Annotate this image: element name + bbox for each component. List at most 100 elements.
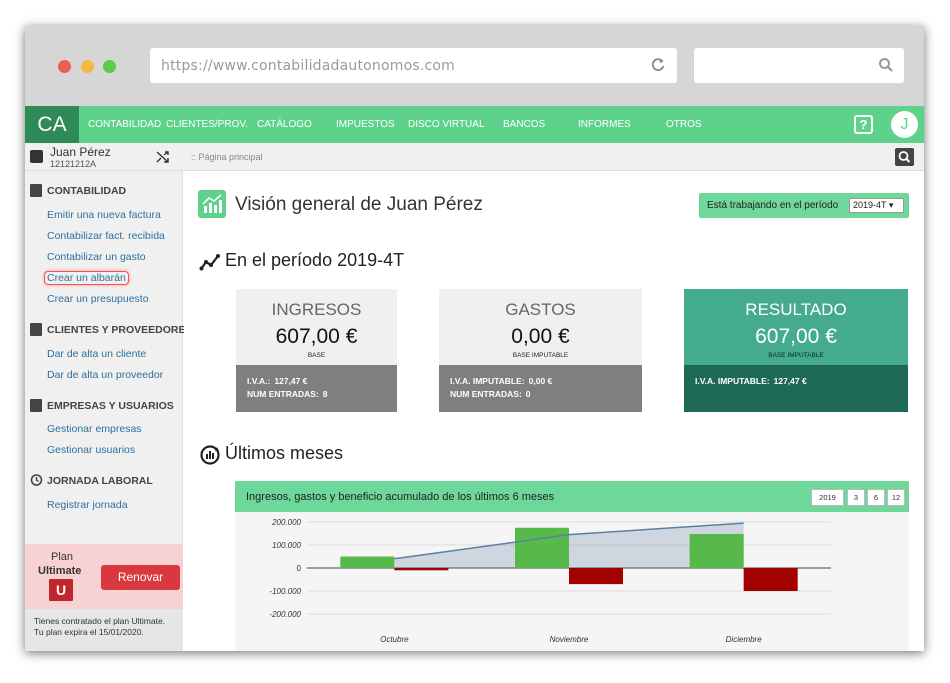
briefcase-icon: [30, 399, 42, 412]
main-content: Visión general de Juan Pérez Está trabaj…: [184, 171, 924, 651]
y-tick-label: 0: [297, 564, 302, 573]
address-bar[interactable]: https://www.contabilidadautonomos.com: [150, 48, 677, 83]
card-bottom: I.V.A. IMPUTABLE: 127,47 €: [684, 365, 908, 412]
card-row-value: 0,00 €: [528, 376, 553, 386]
expense-bar: [743, 568, 798, 591]
plan-info-line: Tu plan expira el 15/01/2020.: [34, 627, 144, 637]
card-row-value: 0: [525, 389, 531, 399]
minimize-dot[interactable]: [81, 60, 94, 73]
chart-header: Ingresos, gastos y beneficio acumulado d…: [235, 481, 909, 512]
plan-info-line: Tienes contratado el plan Ultimate.: [34, 616, 166, 626]
card-row-key: I.V.A. IMPUTABLE:: [450, 376, 525, 386]
sidebar-link-crear-albaran[interactable]: Crear un albarán: [44, 271, 129, 285]
document-icon: [30, 184, 42, 197]
history-icon: [30, 474, 43, 486]
nav-catalogo[interactable]: CATÁLOGO: [257, 119, 312, 130]
card-gastos: GASTOS 0,00 € BASE IMPUTABLE I.V.A. IMPU…: [439, 289, 642, 412]
plan-name: Ultimate: [38, 565, 82, 577]
card-row-key: NUM ENTRADAS:: [247, 389, 319, 399]
help-icon[interactable]: ?: [854, 115, 873, 134]
top-nav: CA CONTABILIDAD CLIENTES/PROV. CATÁLOGO …: [25, 106, 924, 143]
plan-info: Tienes contratado el plan Ultimate. Tu p…: [25, 609, 183, 651]
sidebar-section-title: CLIENTES Y PROVEEDORES: [47, 324, 193, 336]
sidebar: CONTABILIDAD Emitir una nueva factura Co…: [25, 171, 192, 651]
sidebar-link-gestionar-usuarios[interactable]: Gestionar usuarios: [47, 444, 135, 456]
sidebar-link-emitir-factura[interactable]: Emitir una nueva factura: [47, 209, 161, 221]
sidebar-link-alta-cliente[interactable]: Dar de alta un cliente: [47, 348, 146, 360]
contacts-icon: [30, 323, 42, 336]
trend-icon: [199, 254, 220, 271]
refresh-icon[interactable]: [649, 56, 667, 74]
maximize-dot[interactable]: [103, 60, 116, 73]
history-icon: [200, 445, 220, 465]
card-sub: BASE IMPUTABLE: [512, 352, 569, 359]
nav-informes[interactable]: INFORMES: [578, 119, 631, 130]
nav-clientes[interactable]: CLIENTES/PROV.: [166, 119, 248, 130]
sidebar-section-title: EMPRESAS Y USUARIOS: [47, 400, 174, 412]
card-row-value: 127,47 €: [274, 376, 308, 386]
range-button-2019[interactable]: 2019: [811, 489, 844, 506]
sidebar-link-registrar-jornada[interactable]: Registrar jornada: [47, 499, 128, 511]
card-bottom: I.V.A.: 127,47 € NUM ENTRADAS: 8: [236, 365, 397, 412]
sidebar-section-title: JORNADA LABORAL: [47, 475, 153, 487]
sidebar-link-crear-presupuesto[interactable]: Crear un presupuesto: [47, 293, 149, 305]
search-icon: [879, 58, 893, 72]
plan-badge: U: [49, 579, 73, 601]
card-top: RESULTADO 607,00 € BASE IMPUTABLE: [684, 289, 908, 365]
switch-user-icon[interactable]: [156, 150, 170, 164]
app-logo[interactable]: CA: [25, 106, 79, 143]
card-top: INGRESOS 607,00 € BASE: [236, 289, 397, 365]
x-tick-label: Octubre: [380, 635, 409, 644]
nav-otros[interactable]: OTROS: [666, 119, 702, 130]
income-bar: [340, 556, 395, 568]
card-bottom: I.V.A. IMPUTABLE: 0,00 € NUM ENTRADAS: 0: [439, 365, 642, 412]
expense-bar: [569, 568, 623, 585]
plan-label: Plan: [51, 551, 74, 563]
card-row-key: NUM ENTRADAS:: [450, 389, 522, 399]
sub-bar: Juan Pérez 12121212A :: Página principal: [25, 143, 924, 171]
card-row-value: 127,47 €: [773, 376, 807, 386]
card-value: 0,00 €: [511, 325, 570, 348]
browser-window: https://www.contabilidadautonomos.com CA…: [25, 26, 924, 651]
section-title-period: En el período 2019-4T: [225, 250, 405, 270]
section-title-recent: Últimos meses: [225, 443, 344, 463]
y-tick-label: -200.000: [269, 610, 301, 619]
range-button-3[interactable]: 3: [847, 489, 865, 506]
card-top: GASTOS 0,00 € BASE IMPUTABLE: [439, 289, 642, 365]
nav-impuestos[interactable]: IMPUESTOS: [336, 119, 395, 130]
expense-bar: [394, 568, 449, 571]
period-select[interactable]: 2019-4T ▾: [849, 198, 904, 213]
nav-disco-virtual[interactable]: DISCO VIRTUAL: [408, 119, 485, 130]
card-row-key: I.V.A. IMPUTABLE:: [695, 376, 770, 386]
card-sub: BASE IMPUTABLE: [768, 352, 824, 359]
y-tick-label: 200.000: [271, 518, 301, 527]
income-bar: [689, 533, 744, 568]
sidebar-link-contabilizar-gasto[interactable]: Contabilizar un gasto: [47, 251, 146, 263]
sidebar-link-alta-proveedor[interactable]: Dar de alta un proveedor: [47, 369, 163, 381]
y-tick-label: -100.000: [269, 587, 301, 596]
bar-line-chart: 200.000 100.000 0 -100.000 -200.000 Octubre No…: [269, 518, 831, 644]
card-resultado: RESULTADO 607,00 € BASE IMPUTABLE I.V.A.…: [684, 289, 908, 412]
breadcrumb[interactable]: :: Página principal: [191, 152, 263, 162]
browser-search-box[interactable]: [694, 48, 904, 83]
close-dot[interactable]: [58, 60, 71, 73]
search-icon: [898, 151, 911, 163]
range-button-12[interactable]: 12: [887, 489, 905, 506]
user-nif: 12121212A: [50, 159, 97, 169]
nav-bancos[interactable]: BANCOS: [503, 119, 545, 130]
card-row-key: I.V.A.:: [247, 376, 271, 386]
period-selector: Está trabajando en el período 2019-4T ▾: [699, 193, 909, 218]
sidebar-link-contabilizar-factura[interactable]: Contabilizar fact. recibida: [47, 230, 165, 242]
card-title: INGRESOS: [271, 300, 362, 319]
card-title: GASTOS: [505, 300, 576, 319]
card-sub: BASE: [307, 352, 326, 359]
renew-button[interactable]: Renovar: [101, 565, 180, 590]
period-label: Está trabajando en el período: [707, 200, 839, 211]
sidebar-link-gestionar-empresas[interactable]: Gestionar empresas: [47, 423, 142, 435]
x-tick-label: Noviembre: [550, 635, 589, 644]
avatar[interactable]: J: [891, 111, 918, 138]
nav-contabilidad[interactable]: CONTABILIDAD: [88, 119, 161, 130]
range-button-6[interactable]: 6: [867, 489, 885, 506]
search-button[interactable]: [895, 148, 914, 166]
user-card-icon: [30, 150, 43, 163]
